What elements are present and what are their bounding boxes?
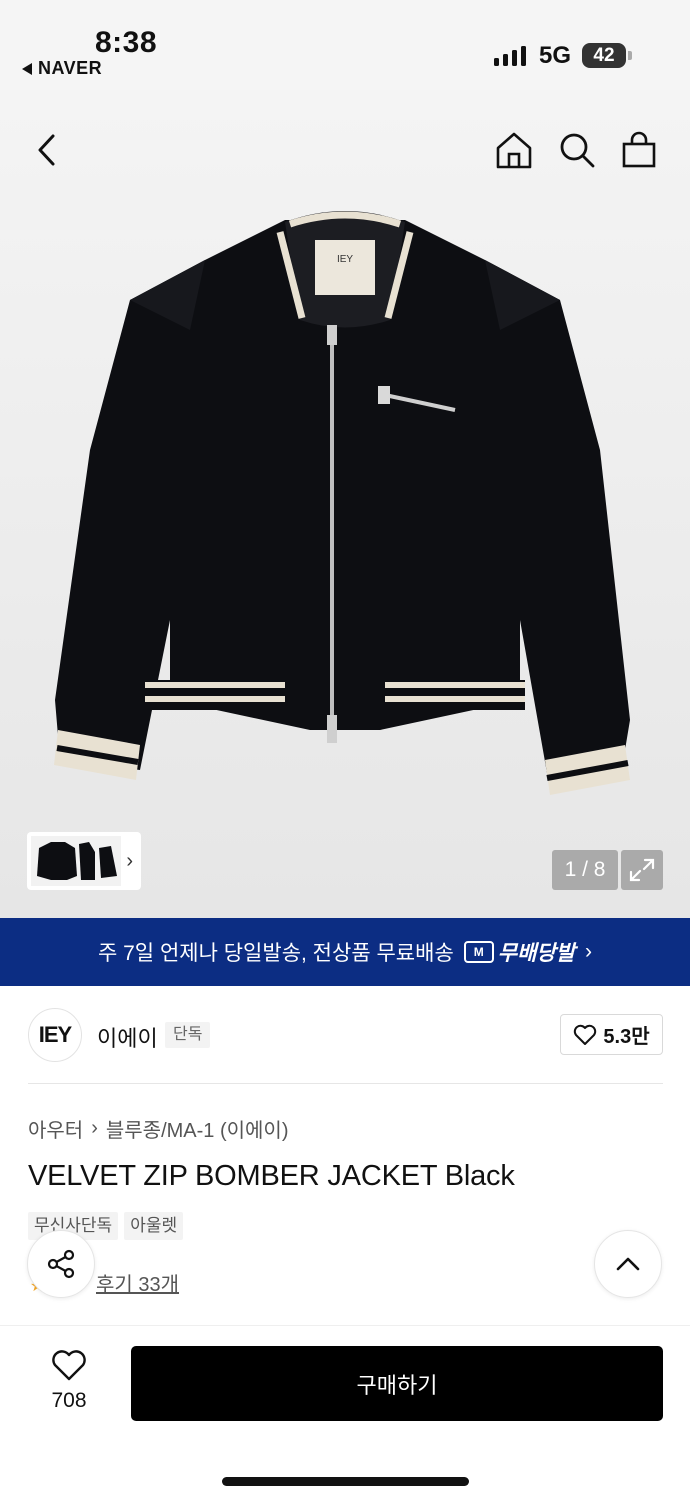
chevron-right-icon: › xyxy=(585,940,593,963)
brand-like-button[interactable]: 5.3만 xyxy=(560,1014,663,1055)
status-time: 8:38 xyxy=(95,26,158,59)
back-triangle-icon xyxy=(22,62,32,75)
scroll-top-button[interactable] xyxy=(594,1230,662,1298)
status-bar: 8:38 NAVER 5G 42 xyxy=(0,0,690,90)
exclusive-tag: 단독 xyxy=(165,1022,211,1048)
wishlist-count: 708 xyxy=(51,1389,87,1412)
breadcrumb-item[interactable]: 블루종/MA-1 (이에이) xyxy=(106,1114,289,1143)
buy-button[interactable]: 구매하기 xyxy=(131,1346,663,1421)
badge-label: 무배당발 xyxy=(497,942,576,965)
search-icon[interactable] xyxy=(557,130,597,170)
truck-icon: M xyxy=(463,941,494,963)
heart-icon xyxy=(52,1350,86,1381)
expand-icon[interactable] xyxy=(621,850,663,890)
product-title: VELVET ZIP BOMBER JACKET Black xyxy=(28,1160,515,1192)
reviews-link[interactable]: 후기 33개 xyxy=(96,1268,179,1297)
back-app-label: NAVER xyxy=(38,58,103,78)
signal-icon xyxy=(494,44,526,66)
divider xyxy=(28,1083,663,1084)
shopping-bag-icon[interactable] xyxy=(619,130,659,170)
brand-logo[interactable]: IEY xyxy=(28,1008,82,1062)
chevron-up-icon xyxy=(616,1257,640,1271)
breadcrumb-separator: › xyxy=(91,1117,98,1139)
image-pager: 1 / 8 xyxy=(552,850,618,890)
product-image-jacket: IEY xyxy=(54,211,630,795)
share-icon xyxy=(47,1249,75,1279)
battery-icon: 42 xyxy=(582,43,632,68)
home-icon[interactable] xyxy=(494,130,534,170)
brand-name[interactable]: 이에이 xyxy=(97,1021,158,1053)
share-button[interactable] xyxy=(27,1230,95,1298)
breadcrumb: 아우터 › 블루종/MA-1 (이에이) xyxy=(28,1114,289,1143)
home-indicator[interactable] xyxy=(222,1477,469,1486)
breadcrumb-item[interactable]: 아우터 xyxy=(28,1114,83,1143)
free-shipping-badge: M 무배당발 xyxy=(463,937,576,967)
heart-icon xyxy=(574,1024,597,1045)
svg-text:IEY: IEY xyxy=(337,254,353,265)
back-to-app-link[interactable]: NAVER xyxy=(22,58,102,79)
chip-outlet: 아울렛 xyxy=(124,1212,184,1240)
brand-like-count: 5.3만 xyxy=(603,1026,650,1048)
banner-text: 주 7일 언제나 당일발송, 전상품 무료배송 xyxy=(97,942,454,965)
wishlist-button[interactable] xyxy=(44,1350,94,1387)
thumbnail-strip[interactable]: › xyxy=(27,832,141,890)
thumbnail-images[interactable] xyxy=(31,836,121,886)
product-gallery[interactable]: IEY › 1 / 8 xyxy=(0,90,690,918)
chevron-right-icon[interactable]: › xyxy=(126,850,133,873)
back-icon[interactable] xyxy=(28,130,68,170)
network-type: 5G xyxy=(539,42,572,69)
shipping-promo-banner[interactable]: 주 7일 언제나 당일발송, 전상품 무료배송 M 무배당발 › xyxy=(0,918,690,986)
